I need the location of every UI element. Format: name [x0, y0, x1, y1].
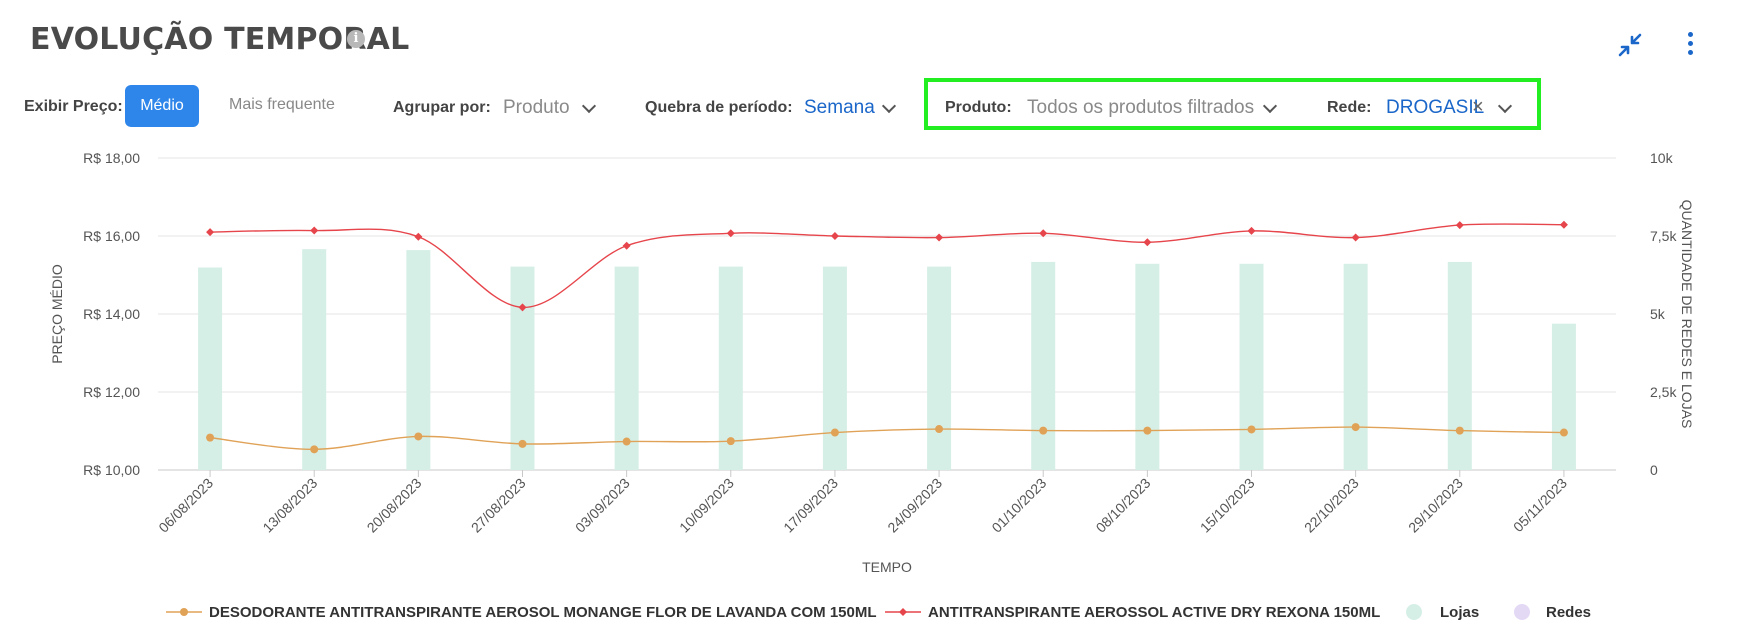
x-tick-label: 29/10/2023 — [1405, 475, 1466, 536]
bar-lojas — [718, 266, 743, 470]
series-point-1 — [1039, 426, 1048, 435]
series-point-1 — [1455, 426, 1464, 435]
x-tick-label: 20/08/2023 — [364, 475, 425, 536]
bar-lojas — [822, 266, 847, 470]
chevron-down-icon[interactable] — [581, 98, 597, 114]
x-tick-label: 10/09/2023 — [676, 475, 737, 536]
series-point-2 — [414, 232, 423, 241]
legend-label-lojas: Lojas — [1440, 604, 1479, 621]
x-tick-label: 22/10/2023 — [1301, 475, 1362, 536]
series-point-2 — [1039, 229, 1048, 238]
period-select[interactable]: Semana — [804, 97, 875, 119]
x-tick-label: 06/08/2023 — [155, 475, 216, 536]
legend-marker-2 — [899, 608, 907, 616]
bar-lojas — [198, 267, 223, 470]
y2-tick-label: 0 — [1650, 462, 1658, 478]
series-point-2 — [1143, 238, 1152, 247]
network-label: Rede: — [1327, 99, 1372, 116]
series-point-1 — [1247, 425, 1256, 434]
info-icon[interactable]: i — [347, 30, 365, 48]
series-line-2 — [210, 223, 1564, 309]
series-point-2 — [1351, 233, 1360, 242]
series-point-2 — [1455, 221, 1464, 230]
series-point-1 — [935, 425, 944, 434]
series-point-2 — [726, 229, 735, 238]
series-point-1 — [206, 433, 215, 442]
bar-lojas — [1551, 323, 1576, 470]
price-mais-frequente-button[interactable]: Mais frequente — [229, 96, 335, 114]
y-tick-label: R$ 14,00 — [83, 306, 140, 322]
clear-icon[interactable]: × — [1472, 97, 1484, 117]
bar-lojas — [1031, 261, 1056, 470]
price-medio-button[interactable]: Médio — [125, 85, 199, 127]
x-tick-label: 13/08/2023 — [259, 475, 320, 536]
bar-lojas — [302, 249, 327, 470]
bar-lojas — [1343, 263, 1368, 470]
series-point-1 — [414, 432, 423, 441]
y2-tick-label: 10k — [1650, 150, 1674, 166]
x-tick-label: 24/09/2023 — [884, 475, 945, 536]
y2-tick-label: 2,5k — [1650, 384, 1677, 400]
y-tick-label: R$ 18,00 — [83, 150, 140, 166]
series-point-1 — [1351, 423, 1360, 432]
series-point-1 — [1559, 428, 1568, 437]
bar-lojas — [927, 266, 952, 470]
bar-lojas — [1135, 263, 1160, 470]
x-tick-label: 01/10/2023 — [988, 475, 1049, 536]
legend-label-redes: Redes — [1546, 604, 1591, 621]
group-select[interactable]: Produto — [503, 97, 570, 119]
bar-lojas — [614, 266, 639, 470]
network-select[interactable]: DROGASIL — [1386, 97, 1484, 119]
x-axis-title: TEMPO — [862, 559, 912, 575]
legend-marker-lojas — [1406, 604, 1422, 620]
chevron-down-icon[interactable] — [881, 98, 897, 114]
bar-lojas — [406, 250, 431, 470]
legend-label-2: ANTITRANSPIRANTE AEROSSOL ACTIVE DRY REX… — [928, 604, 1380, 621]
bar-lojas — [510, 266, 535, 470]
x-tick-label: 08/10/2023 — [1093, 475, 1154, 536]
bar-lojas — [1239, 263, 1264, 470]
legend-marker-redes — [1514, 604, 1530, 620]
x-tick-label: 05/11/2023 — [1510, 475, 1570, 535]
series-point-2 — [518, 303, 527, 312]
y-tick-label: R$ 10,00 — [83, 462, 140, 478]
legend-marker-1 — [180, 608, 188, 616]
series-point-2 — [1247, 226, 1256, 235]
series-point-1 — [830, 428, 839, 437]
more-vertical-icon[interactable] — [1685, 32, 1695, 60]
product-label: Produto: — [945, 99, 1012, 116]
price-label: Exibir Preço: — [24, 98, 123, 115]
y2-axis-title: QUANTIDADE DE REDES E LOJAS — [1679, 200, 1695, 429]
collapse-icon[interactable] — [1617, 32, 1643, 58]
series-point-2 — [310, 226, 319, 235]
x-tick-label: 03/09/2023 — [572, 475, 633, 536]
x-tick-label: 27/08/2023 — [468, 475, 529, 536]
y-tick-label: R$ 12,00 — [83, 384, 140, 400]
period-label: Quebra de período: — [645, 99, 793, 116]
series-line-1 — [209, 426, 1564, 451]
series-point-2 — [935, 233, 944, 242]
series-point-1 — [310, 445, 319, 454]
series-point-2 — [830, 232, 839, 240]
series-point-2 — [206, 228, 215, 237]
y-tick-label: R$ 16,00 — [83, 228, 140, 244]
x-tick-label: 17/09/2023 — [780, 475, 841, 536]
series-point-1 — [518, 439, 527, 448]
group-label: Agrupar por: — [393, 99, 491, 116]
y2-tick-label: 7,5k — [1650, 228, 1677, 244]
series-point-2 — [622, 241, 631, 250]
x-tick-label: 15/10/2023 — [1197, 475, 1258, 536]
product-select[interactable]: Todos os produtos filtrados — [1027, 97, 1254, 119]
series-point-1 — [726, 437, 735, 446]
y2-tick-label: 5k — [1650, 306, 1666, 322]
y-axis-title: PREÇO MÉDIO — [49, 264, 65, 364]
series-point-2 — [1559, 220, 1568, 229]
series-point-1 — [622, 437, 631, 446]
bar-lojas — [1447, 261, 1472, 470]
series-point-1 — [1143, 426, 1152, 435]
legend-label-1: DESODORANTE ANTITRANSPIRANTE AEROSOL MON… — [209, 604, 877, 621]
